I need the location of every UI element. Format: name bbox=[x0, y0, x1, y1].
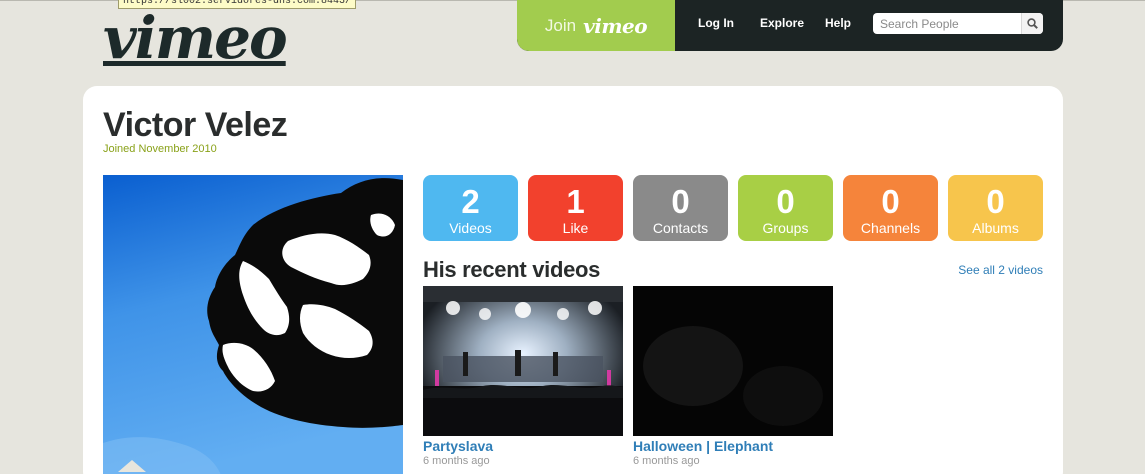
video-title-link[interactable]: Partyslava bbox=[423, 438, 623, 454]
top-navigation-bar: Join vimeo Log In Explore Help bbox=[517, 0, 1063, 51]
albums-label: Albums bbox=[972, 220, 1019, 236]
joined-date: Joined November 2010 bbox=[103, 143, 217, 155]
albums-count: 0 bbox=[986, 183, 1005, 220]
contacts-label: Contacts bbox=[652, 220, 709, 236]
portrait-image bbox=[103, 175, 403, 474]
video-thumbnail-halloween-elephant[interactable] bbox=[633, 286, 833, 436]
dark-thumbnail-image bbox=[633, 286, 833, 436]
recent-videos-heading: His recent videos bbox=[423, 257, 601, 282]
video-age: 6 months ago bbox=[423, 455, 490, 467]
contacts-count: 0 bbox=[671, 183, 690, 220]
groups-label: Groups bbox=[762, 220, 809, 236]
videos-stat-button[interactable]: 2 Videos bbox=[423, 175, 518, 241]
vimeo-logo[interactable]: vimeo bbox=[103, 0, 288, 76]
search-people-input[interactable] bbox=[873, 13, 1021, 34]
explore-link[interactable]: Explore bbox=[760, 16, 804, 30]
status-url-tooltip: https://sl002.servidores-dns.com:8443/ bbox=[118, 0, 357, 9]
channels-label: Channels bbox=[860, 220, 921, 236]
video-age: 6 months ago bbox=[633, 455, 700, 467]
search-people-box bbox=[873, 13, 1043, 34]
channels-count: 0 bbox=[881, 183, 900, 220]
search-button[interactable] bbox=[1021, 13, 1043, 34]
profile-stats: 2 Videos 1 Like 0 Contacts 0 Groups 0 Ch… bbox=[423, 175, 1043, 241]
groups-count: 0 bbox=[776, 183, 795, 220]
concert-thumbnail-image bbox=[423, 286, 623, 436]
groups-stat-button[interactable]: 0 Groups bbox=[738, 175, 833, 241]
videos-label: Videos bbox=[449, 220, 492, 236]
video-title-link[interactable]: Halloween | Elephant bbox=[633, 438, 833, 454]
likes-label: Like bbox=[562, 220, 589, 236]
profile-name: Victor Velez bbox=[103, 106, 288, 144]
video-thumbnail-partyslava[interactable] bbox=[423, 286, 623, 436]
videos-count: 2 bbox=[461, 183, 480, 220]
albums-stat-button[interactable]: 0 Albums bbox=[948, 175, 1043, 241]
profile-card: Victor Velez Joined November 2010 2 Vide… bbox=[83, 86, 1063, 474]
help-link[interactable]: Help bbox=[825, 16, 851, 30]
likes-stat-button[interactable]: 1 Like bbox=[528, 175, 623, 241]
profile-portrait[interactable] bbox=[103, 175, 403, 474]
join-vimeo-wordmark: vimeo bbox=[583, 13, 648, 38]
see-all-videos-link[interactable]: See all 2 videos bbox=[958, 263, 1043, 277]
contacts-stat-button[interactable]: 0 Contacts bbox=[633, 175, 728, 241]
join-label: Join bbox=[544, 15, 577, 35]
likes-count: 1 bbox=[566, 183, 585, 220]
join-vimeo-button[interactable]: Join vimeo bbox=[517, 0, 675, 51]
channels-stat-button[interactable]: 0 Channels bbox=[843, 175, 938, 241]
video-item: Halloween | Elephant 6 months ago bbox=[633, 286, 833, 468]
video-item: Partyslava 6 months ago bbox=[423, 286, 623, 468]
login-link[interactable]: Log In bbox=[698, 16, 734, 30]
portrait-edit-tab[interactable] bbox=[118, 460, 146, 472]
magnifier-icon bbox=[1027, 18, 1038, 29]
